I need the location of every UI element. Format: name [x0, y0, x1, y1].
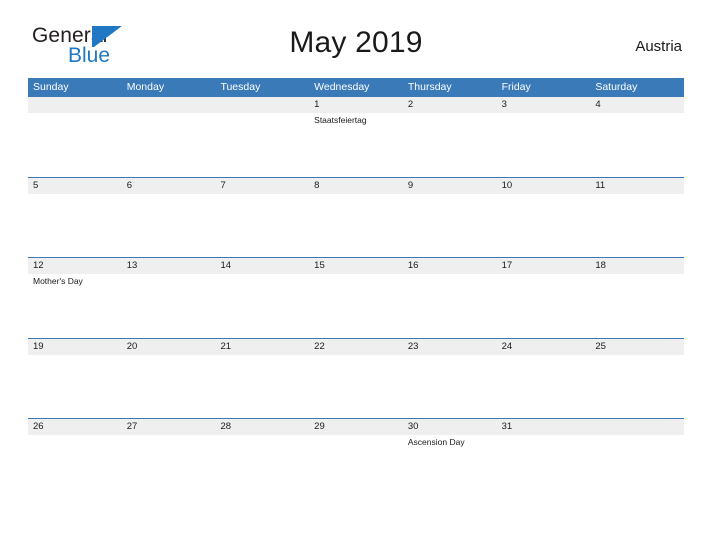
weekday-header-thursday: Thursday [407, 81, 452, 93]
day-event[interactable] [590, 274, 684, 338]
day-event[interactable]: Ascension Day [403, 435, 497, 499]
week-row: 1 2 3 4 Staatsfeiertag [28, 96, 684, 177]
week-date-band: 5 6 7 8 9 10 11 [28, 177, 684, 194]
day-number[interactable]: 10 [497, 178, 591, 194]
day-number[interactable]: 27 [122, 419, 216, 435]
week-date-band: 26 27 28 29 30 31 [28, 419, 684, 435]
week-date-band: 12 13 14 15 16 17 18 [28, 258, 684, 274]
day-event[interactable] [215, 435, 309, 499]
day-number[interactable]: 23 [403, 339, 497, 355]
week-date-band: 19 20 21 22 23 24 25 [28, 338, 684, 355]
weekday-header-row: Sunday Monday Tuesday Wednesday Thursday… [28, 78, 684, 96]
day-number[interactable]: 21 [215, 339, 309, 355]
day-event[interactable] [497, 194, 591, 258]
day-event[interactable] [215, 355, 309, 419]
day-event[interactable]: Staatsfeiertag [309, 113, 403, 177]
day-number[interactable]: 15 [309, 258, 403, 274]
day-number[interactable]: 5 [28, 178, 122, 194]
weekday-header-wednesday: Wednesday [314, 81, 370, 93]
day-event[interactable] [28, 435, 122, 499]
week-event-band [28, 355, 684, 419]
day-event[interactable] [497, 355, 591, 419]
country-label: Austria [635, 38, 682, 55]
day-event[interactable] [590, 194, 684, 258]
day-number[interactable]: 7 [215, 178, 309, 194]
day-event[interactable] [122, 435, 216, 499]
day-event[interactable] [590, 435, 684, 499]
day-number[interactable]: 16 [403, 258, 497, 274]
day-number[interactable]: 3 [497, 97, 591, 113]
day-number[interactable]: 18 [590, 258, 684, 274]
day-event[interactable] [28, 113, 122, 177]
day-number[interactable]: 17 [497, 258, 591, 274]
day-event[interactable] [309, 355, 403, 419]
day-number[interactable]: 2 [403, 97, 497, 113]
day-event[interactable] [122, 194, 216, 258]
week-event-band: Ascension Day [28, 435, 684, 499]
day-event[interactable] [403, 113, 497, 177]
day-number[interactable]: 24 [497, 339, 591, 355]
day-event[interactable] [28, 355, 122, 419]
week-event-band [28, 194, 684, 258]
weekday-header-monday: Monday [126, 81, 165, 93]
day-event[interactable] [497, 435, 591, 499]
page-header: General Blue May 2019 Austria [28, 22, 684, 72]
day-event[interactable] [215, 274, 309, 338]
day-event[interactable] [403, 194, 497, 258]
day-event[interactable] [215, 113, 309, 177]
day-event[interactable] [122, 274, 216, 338]
day-event[interactable] [590, 113, 684, 177]
week-event-band: Staatsfeiertag [28, 113, 684, 177]
day-event[interactable] [403, 355, 497, 419]
day-event[interactable] [497, 113, 591, 177]
day-number[interactable]: 12 [28, 258, 122, 274]
day-number[interactable]: 4 [590, 97, 684, 113]
day-number[interactable]: 26 [28, 419, 122, 435]
day-number[interactable]: 14 [215, 258, 309, 274]
day-event[interactable] [403, 274, 497, 338]
day-number[interactable]: 25 [590, 339, 684, 355]
day-event[interactable] [309, 435, 403, 499]
day-event[interactable] [122, 355, 216, 419]
week-row: 19 20 21 22 23 24 25 [28, 337, 684, 419]
day-number[interactable]: 6 [122, 178, 216, 194]
day-number[interactable] [28, 97, 122, 113]
day-number[interactable] [122, 97, 216, 113]
page-title: May 2019 [289, 26, 423, 59]
calendar-grid: Sunday Monday Tuesday Wednesday Thursday… [28, 78, 684, 499]
day-number[interactable]: 8 [309, 178, 403, 194]
day-number[interactable]: 30 [403, 419, 497, 435]
weekday-header-tuesday: Tuesday [220, 81, 261, 93]
day-event[interactable] [122, 113, 216, 177]
day-number[interactable]: 20 [122, 339, 216, 355]
weekday-header-friday: Friday [501, 81, 531, 93]
week-row: 26 27 28 29 30 31 Ascension Day [28, 418, 684, 499]
day-number[interactable] [590, 419, 684, 435]
day-number[interactable]: 22 [309, 339, 403, 355]
calendar-page: General Blue May 2019 Austria Sunday Mon… [0, 0, 712, 550]
day-number[interactable]: 1 [309, 97, 403, 113]
day-event[interactable] [28, 194, 122, 258]
day-event[interactable] [497, 274, 591, 338]
day-event[interactable] [215, 194, 309, 258]
day-event[interactable]: Mother's Day [28, 274, 122, 338]
week-row: 12 13 14 15 16 17 18 Mother's Day [28, 257, 684, 338]
day-number[interactable]: 28 [215, 419, 309, 435]
day-number[interactable]: 13 [122, 258, 216, 274]
day-number[interactable]: 9 [403, 178, 497, 194]
day-number[interactable]: 29 [309, 419, 403, 435]
weekday-header-saturday: Saturday [595, 81, 638, 93]
day-number[interactable]: 31 [497, 419, 591, 435]
day-number[interactable] [215, 97, 309, 113]
day-number[interactable]: 19 [28, 339, 122, 355]
week-date-band: 1 2 3 4 [28, 97, 684, 113]
day-event[interactable] [590, 355, 684, 419]
day-number[interactable]: 11 [590, 178, 684, 194]
week-row: 5 6 7 8 9 10 11 [28, 176, 684, 258]
day-event[interactable] [309, 274, 403, 338]
weekday-header-sunday: Sunday [33, 81, 69, 93]
week-event-band: Mother's Day [28, 274, 684, 338]
day-event[interactable] [309, 194, 403, 258]
